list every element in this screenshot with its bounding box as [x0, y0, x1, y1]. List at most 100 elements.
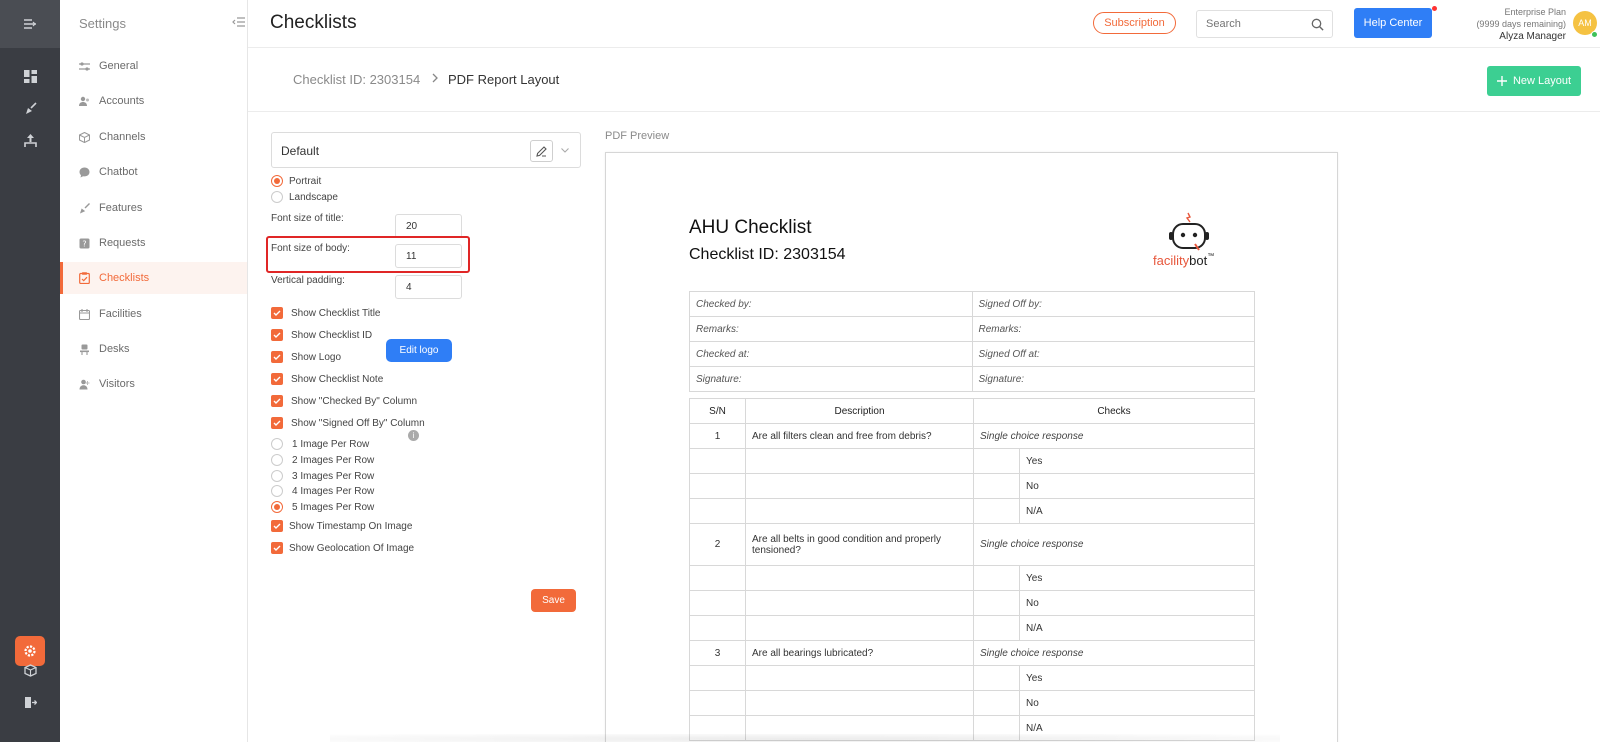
show-checklist-note-checkbox[interactable]: Show Checklist Note [271, 372, 383, 386]
breadcrumb-bar: Checklist ID: 2303154 PDF Report Layout … [248, 48, 1600, 112]
table-row: No [689, 473, 1255, 499]
breadcrumb-parent[interactable]: Checklist ID: 2303154 [293, 72, 420, 87]
pdf-checklist-id: Checklist ID: 2303154 [689, 246, 846, 263]
logout-nav[interactable] [20, 692, 40, 712]
pencil-icon [536, 145, 547, 157]
search-icon[interactable] [1311, 18, 1324, 31]
empty-cell [745, 690, 974, 716]
sidebar-item-desks[interactable]: Desks [60, 333, 247, 365]
radio-button[interactable] [271, 501, 283, 513]
sidebar-item-label: Chatbot [99, 166, 138, 178]
images-5-radio[interactable]: 5 Images Per Row [271, 500, 374, 514]
radio-label: 3 Images Per Row [292, 470, 375, 482]
expand-menu-button[interactable] [0, 0, 60, 48]
help-center-button[interactable]: Help Center [1354, 8, 1432, 38]
user-name[interactable]: Alyza Manager [1450, 31, 1566, 43]
edit-logo-button[interactable]: Edit logo [386, 339, 452, 362]
check-icon [273, 310, 281, 316]
checkbox-checked[interactable] [271, 307, 283, 319]
logo-brand-a: facility [1153, 253, 1190, 268]
empty-cell [689, 565, 746, 591]
font-size-body-input[interactable]: 11 [395, 244, 462, 268]
images-3-radio[interactable]: 3 Images Per Row [271, 469, 374, 483]
search-input[interactable] [1197, 11, 1297, 37]
new-layout-button[interactable]: New Layout [1487, 66, 1581, 96]
page-title: Checklists [270, 12, 357, 33]
sidebar-item-chatbot[interactable]: Chatbot [60, 156, 247, 188]
question-box-icon: ? [78, 237, 90, 249]
empty-cell [689, 590, 746, 616]
checkbox-checked[interactable] [271, 373, 283, 385]
check-icon [273, 376, 281, 382]
sidebar-item-checklists[interactable]: Checklists [60, 262, 247, 294]
layout-select-value: Default [281, 144, 320, 158]
chevron-down-icon[interactable] [560, 145, 570, 155]
upload-nav[interactable] [20, 130, 40, 150]
cube-icon [78, 131, 90, 143]
show-geolocation-checkbox[interactable]: Show Geolocation Of Image [271, 541, 414, 555]
sidebar-item-requests[interactable]: ? Requests [60, 227, 247, 259]
landscape-radio[interactable]: Landscape [271, 190, 338, 204]
portrait-radio[interactable]: Portrait [271, 174, 321, 188]
sidebar-item-label: General [99, 60, 139, 72]
dashboard-nav[interactable] [20, 66, 40, 86]
checkbox-checked[interactable] [271, 351, 283, 363]
checkbox-checked[interactable] [271, 542, 283, 554]
radio-label: 2 Images Per Row [292, 454, 375, 466]
show-checklist-title-checkbox[interactable]: Show Checklist Title [271, 306, 380, 320]
info-icon[interactable]: i [408, 430, 419, 441]
sidebar-item-label: Accounts [99, 95, 145, 107]
show-signed-off-by-checkbox[interactable]: Show "Signed Off By" Column [271, 416, 425, 430]
radio-button[interactable] [271, 191, 283, 203]
broom-icon [25, 101, 37, 114]
vertical-padding-input[interactable]: 4 [395, 275, 462, 299]
save-button[interactable]: Save [531, 589, 576, 612]
checkbox-checked[interactable] [271, 520, 283, 532]
sliders-icon [78, 60, 90, 72]
radio-button[interactable] [271, 175, 283, 187]
empty-cell [745, 448, 974, 474]
show-checked-by-checkbox[interactable]: Show "Checked By" Column [271, 394, 417, 408]
sidebar-item-accounts[interactable]: Accounts [60, 85, 247, 117]
broom-nav[interactable] [20, 98, 40, 118]
collapse-sidebar-button[interactable] [232, 16, 246, 30]
expand-menu-icon [24, 19, 36, 29]
show-timestamp-checkbox[interactable]: Show Timestamp On Image [271, 519, 412, 533]
table-row: No [689, 590, 1255, 616]
radio-button[interactable] [271, 485, 283, 497]
sidebar-item-visitors[interactable]: Visitors [60, 368, 247, 400]
images-2-radio[interactable]: 2 Images Per Row [271, 453, 374, 467]
empty-cell [745, 473, 974, 499]
notification-dot [1432, 6, 1437, 11]
radio-button[interactable] [271, 438, 283, 450]
images-4-radio[interactable]: 4 Images Per Row [271, 484, 374, 498]
package-nav[interactable] [20, 660, 40, 680]
checkbox-checked[interactable] [271, 329, 283, 341]
radio-button[interactable] [271, 470, 283, 482]
facilitybot-logo: facilitybot™ [1151, 211, 1226, 269]
sidebar-item-general[interactable]: General [60, 50, 247, 82]
table-row: Yes [689, 448, 1255, 474]
table-header-checks: Checks [973, 398, 1255, 424]
sidebar-item-features[interactable]: Features [60, 192, 247, 224]
layout-select[interactable]: Default [271, 132, 581, 168]
logo-brand-b: bot [1189, 253, 1208, 268]
images-1-radio[interactable]: 1 Image Per Row [271, 437, 369, 451]
empty-cell [689, 498, 746, 524]
table-row: 3 Are all bearings lubricated? Single choi… [689, 640, 1255, 666]
sidebar-item-facilities[interactable]: Facilities [60, 298, 247, 330]
chair-icon [78, 343, 90, 355]
checkbox-checked[interactable] [271, 395, 283, 407]
edit-layout-button[interactable] [530, 140, 553, 162]
show-checklist-id-checkbox[interactable]: Show Checklist ID [271, 328, 372, 342]
subscription-button[interactable]: Subscription [1093, 12, 1176, 34]
settings-sidebar: Settings General Accounts Channels Chatb… [60, 0, 248, 742]
checkbox-checked[interactable] [271, 417, 283, 429]
show-logo-checkbox[interactable]: Show Logo [271, 350, 341, 364]
check-icon [273, 332, 281, 338]
sidebar-item-channels[interactable]: Channels [60, 121, 247, 153]
meta-cell: Remarks: [689, 316, 973, 342]
table-header-description: Description [745, 398, 974, 424]
radio-button[interactable] [271, 454, 283, 466]
font-size-title-input[interactable]: 20 [395, 214, 462, 238]
